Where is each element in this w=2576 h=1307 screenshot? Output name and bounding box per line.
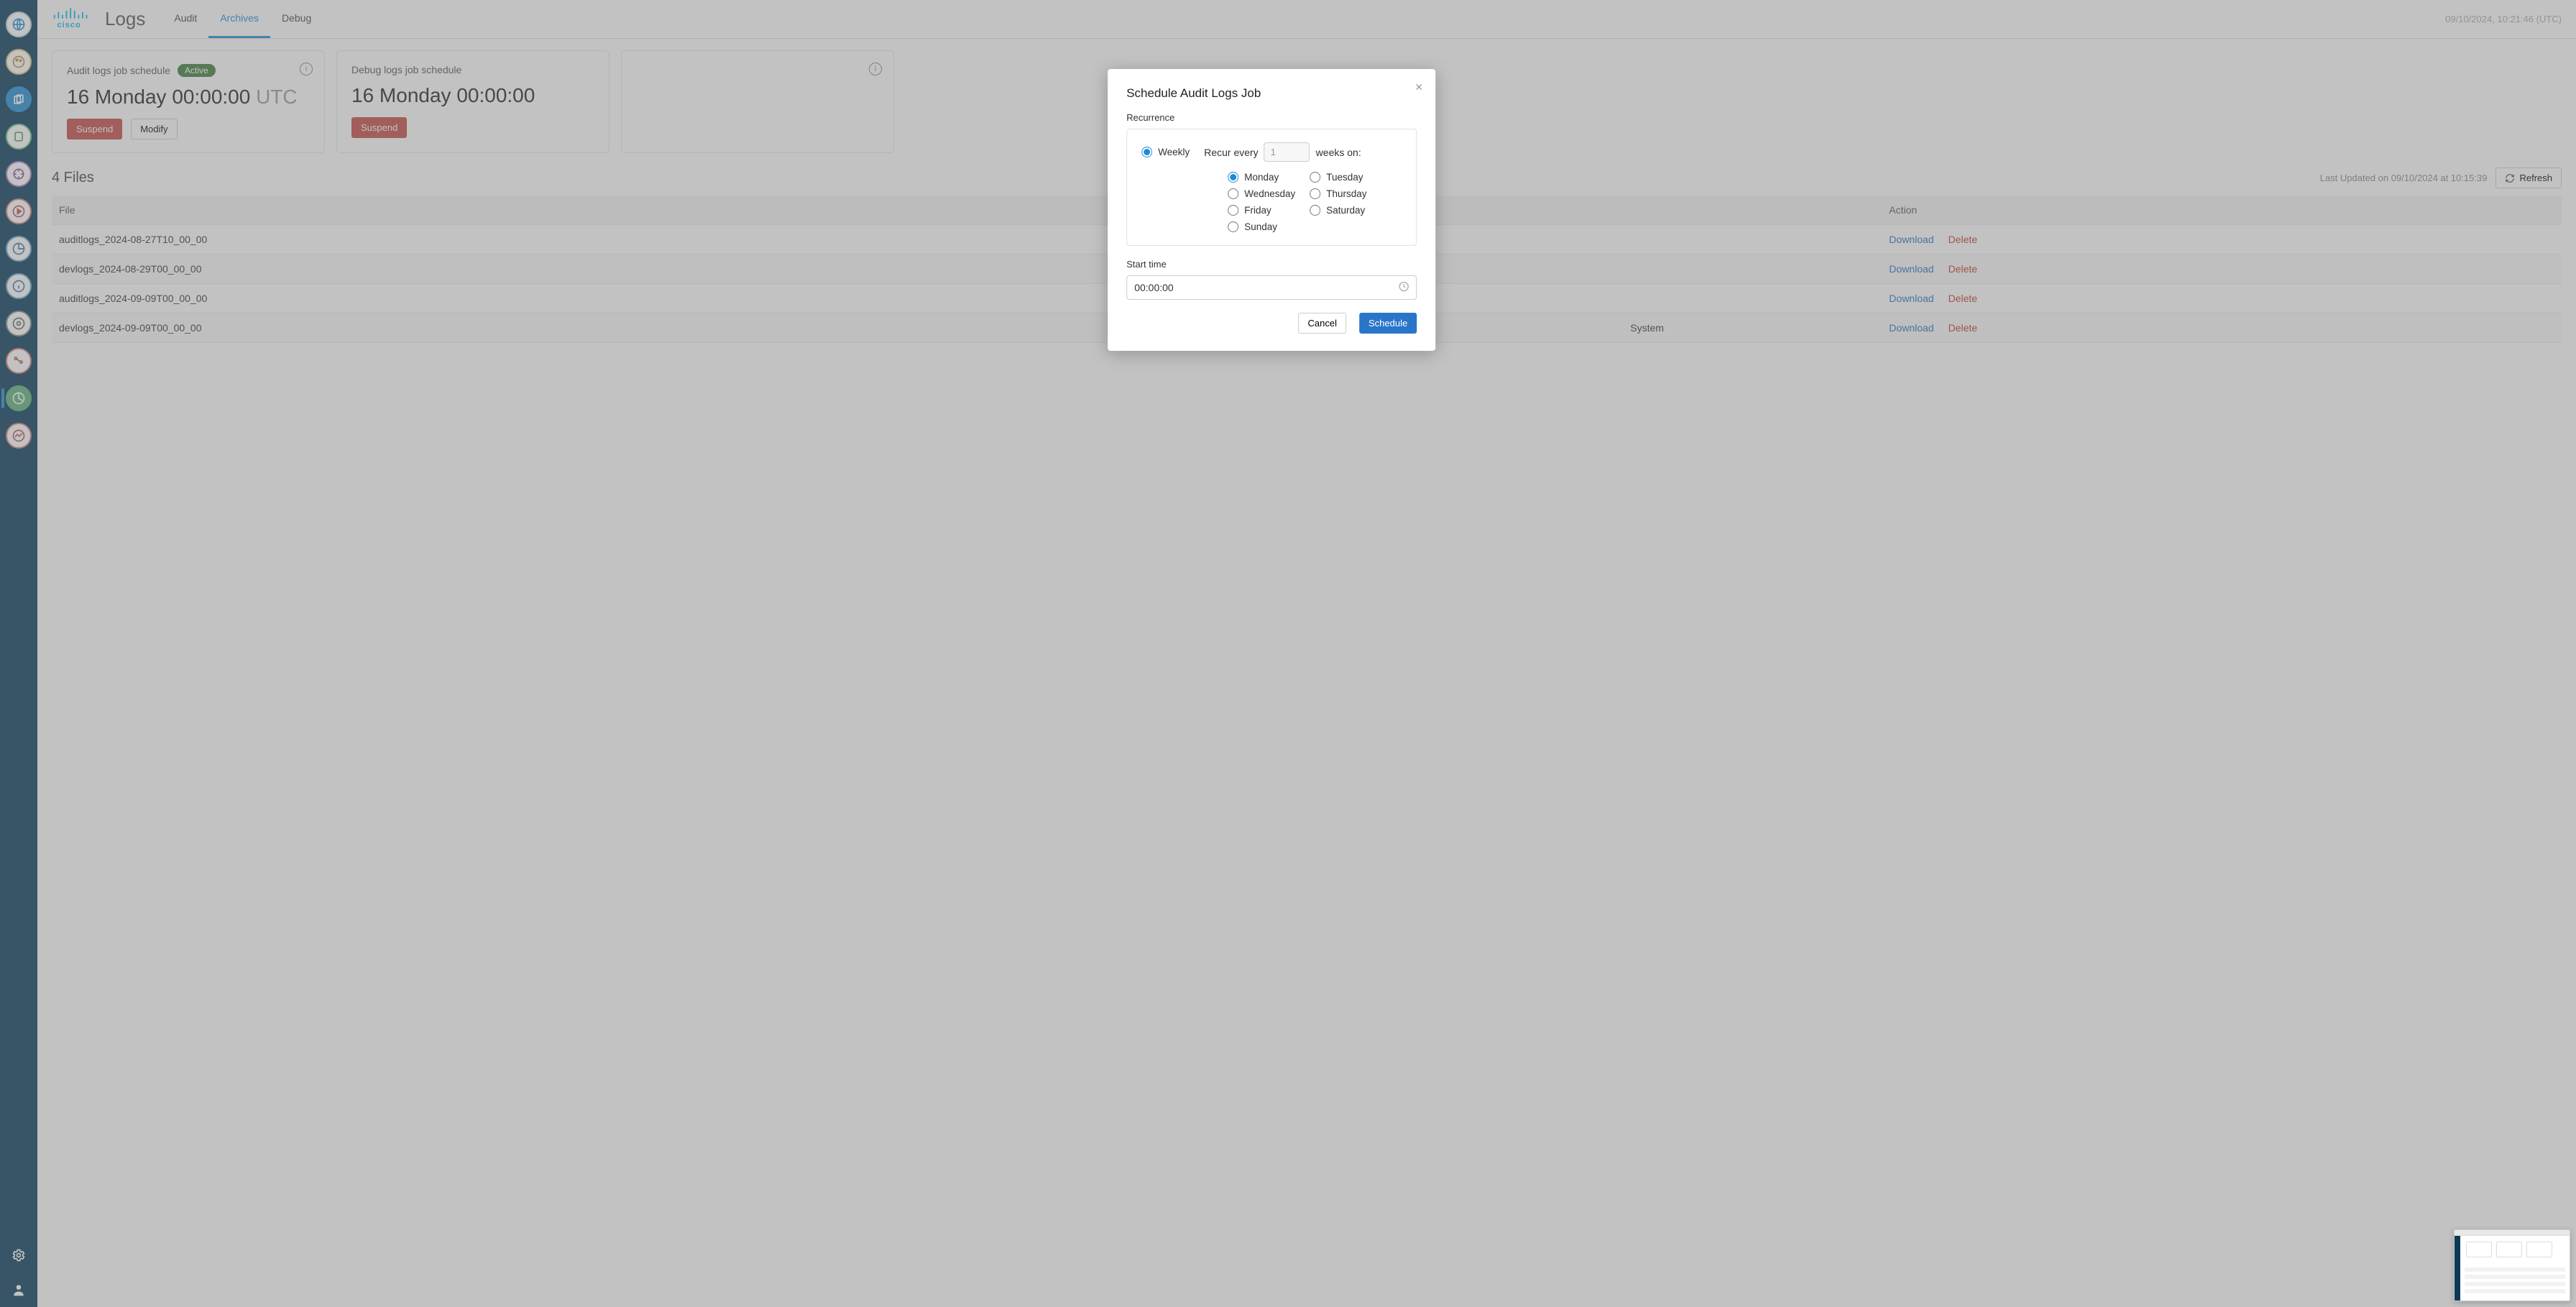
schedule-button[interactable]: Schedule [1359, 313, 1417, 334]
day-tuesday[interactable]: Tuesday [1310, 172, 1389, 183]
days-grid: Monday Tuesday Wednesday Thursday Friday… [1228, 172, 1402, 232]
recur-every-input[interactable] [1264, 142, 1310, 162]
day-thursday[interactable]: Thursday [1310, 188, 1389, 199]
cancel-button[interactable]: Cancel [1299, 313, 1346, 334]
schedule-modal: Schedule Audit Logs Job Recurrence Weekl… [1108, 69, 1435, 351]
close-icon [1414, 82, 1424, 92]
weekly-radio[interactable]: Weekly [1141, 147, 1190, 157]
day-saturday[interactable]: Saturday [1310, 205, 1389, 216]
day-monday[interactable]: Monday [1228, 172, 1307, 183]
start-time-label: Start time [1126, 259, 1417, 270]
clock-icon [1398, 281, 1409, 295]
recurrence-box: Weekly Recur every weeks on: Monday Tues… [1126, 129, 1417, 246]
day-wednesday[interactable]: Wednesday [1228, 188, 1307, 199]
preview-thumbnail[interactable] [2454, 1229, 2570, 1301]
start-time-input[interactable] [1126, 275, 1417, 300]
day-sunday[interactable]: Sunday [1228, 221, 1307, 232]
close-button[interactable] [1414, 81, 1424, 96]
recur-every: Recur every weeks on: [1204, 142, 1361, 162]
recurrence-label: Recurrence [1126, 112, 1417, 123]
day-friday[interactable]: Friday [1228, 205, 1307, 216]
modal-title: Schedule Audit Logs Job [1126, 86, 1417, 101]
